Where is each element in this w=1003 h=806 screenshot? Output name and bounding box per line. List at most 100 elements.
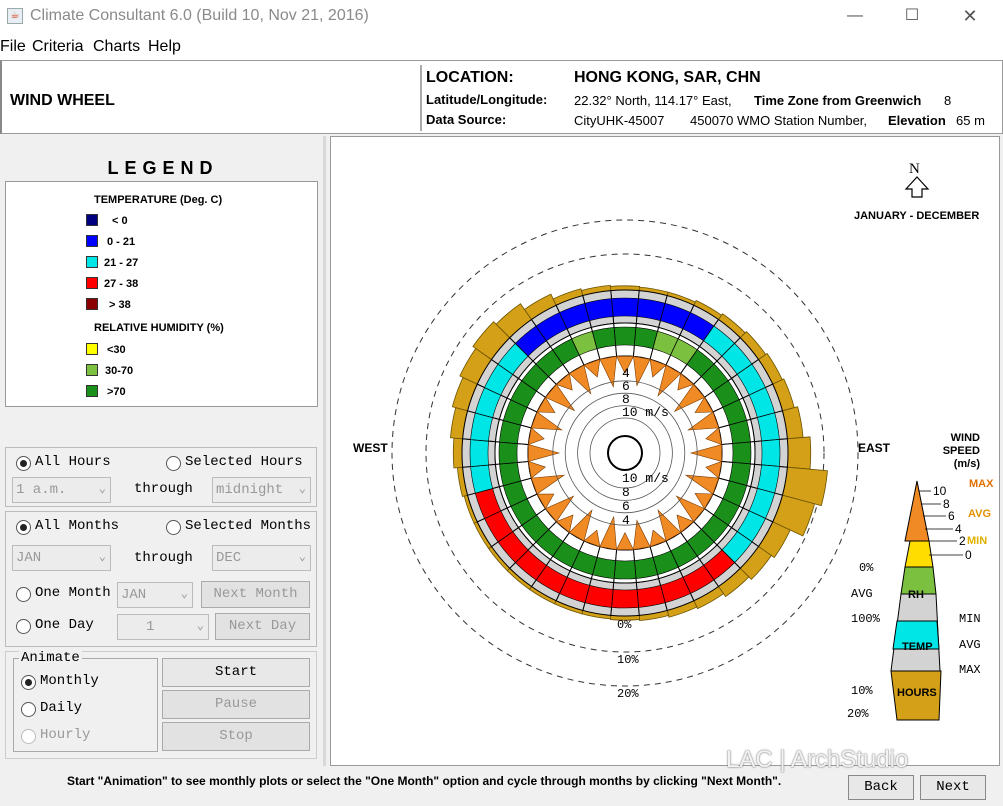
rh-cell — [732, 441, 752, 465]
latlon-label: Latitude/Longitude: — [426, 92, 548, 107]
hours-from-value: 1 a.m. — [16, 482, 67, 498]
key-title: WIND — [951, 432, 980, 444]
rh-swatch-above70 — [86, 385, 98, 397]
chevron-down-icon: ⌄ — [298, 482, 306, 496]
hourly-radio[interactable] — [21, 729, 36, 744]
key-rh-scale-label: 0% — [859, 561, 874, 575]
menu-charts[interactable]: Charts — [93, 38, 140, 56]
menu-help[interactable]: Help — [148, 38, 181, 56]
hours-ring-label: 10% — [617, 653, 639, 667]
minimize-icon[interactable]: — — [840, 4, 870, 28]
legend-title: LEGEND — [107, 158, 219, 178]
key-title: SPEED — [943, 445, 980, 457]
wind-wheel-chart: 46810 m/s10 m/s8640%10%20%WEST EASTNJANUA… — [353, 161, 994, 721]
pause-button[interactable]: Pause — [162, 690, 310, 719]
rh-cell — [613, 326, 637, 346]
humidity-legend-title: RELATIVE HUMIDITY (%) — [94, 322, 224, 334]
source-value: CityUHK-45007 — [574, 113, 665, 128]
key-hours-scale-label: 20% — [847, 707, 869, 721]
selected-months-radio[interactable] — [166, 520, 181, 535]
months-to-value: DEC — [216, 550, 242, 566]
temp-label-above38: > 38 — [109, 299, 131, 311]
hours-to-value: midnight — [216, 482, 284, 498]
rh-label-above70: >70 — [107, 386, 126, 398]
key-rh-scale-label: AVG — [851, 587, 873, 601]
left-panel: LEGEND TEMPERATURE (Deg. C) < 0 0 - 21 2… — [0, 136, 326, 766]
close-icon[interactable]: ✕ — [955, 4, 985, 28]
calm-center — [607, 435, 643, 471]
rh-label-30-70: 30-70 — [105, 365, 134, 377]
chevron-down-icon: ⌄ — [196, 619, 204, 633]
period-label: JANUARY - DECEMBER — [854, 210, 979, 222]
key-rh-scale-label: 100% — [851, 612, 881, 626]
east-label: EAST — [858, 441, 891, 455]
chevron-down-icon: ⌄ — [98, 550, 106, 564]
one-month-select[interactable]: JAN ⌄ — [117, 582, 193, 608]
header-divider — [420, 65, 422, 131]
chevron-down-icon: ⌄ — [180, 587, 188, 601]
hours-bar — [452, 437, 464, 469]
one-month-radio[interactable] — [16, 587, 31, 602]
menu-file[interactable]: File — [0, 38, 26, 56]
one-month-value: JAN — [121, 587, 147, 603]
key-hours-label: HOURS — [897, 687, 937, 699]
key-hours-scale-label: 10% — [851, 684, 873, 698]
temp-swatch-21-27 — [86, 256, 98, 268]
legend-box: TEMPERATURE (Deg. C) < 0 0 - 21 21 - 27 … — [5, 181, 318, 407]
key-rh-label: RH — [908, 589, 924, 601]
temperature-legend-title: TEMPERATURE (Deg. C) — [94, 194, 223, 206]
one-day-value: 1 — [146, 619, 155, 635]
months-through-label: through — [134, 550, 193, 566]
latlon-value: 22.32° North, 114.17° East, — [574, 93, 732, 108]
one-day-select[interactable]: 1 ⌄ — [117, 614, 209, 640]
selected-months-label: Selected Months — [185, 518, 312, 534]
hours-to-select[interactable]: midnight ⌄ — [212, 477, 311, 503]
key-speed-value: 0 — [965, 548, 972, 562]
rh-cell — [613, 560, 637, 580]
temp-cell — [761, 439, 781, 467]
next-day-button[interactable]: Next Day — [215, 613, 310, 640]
months-to-select[interactable]: DEC ⌄ — [212, 545, 311, 571]
monthly-radio[interactable] — [21, 675, 36, 690]
timezone-label: Time Zone from Greenwich — [754, 93, 922, 108]
stop-button[interactable]: Stop — [162, 722, 310, 751]
temp-label-0-21: 0 - 21 — [107, 236, 136, 248]
key-speed-min — [904, 540, 934, 568]
menu-criteria[interactable]: Criteria — [32, 38, 84, 56]
back-button[interactable]: Back — [848, 775, 914, 800]
all-hours-radio[interactable] — [16, 456, 31, 471]
maximize-icon[interactable]: ☐ — [897, 4, 927, 28]
watermark: LAC | ArchStudio — [726, 746, 909, 773]
temp-label-below0: < 0 — [112, 215, 128, 227]
key-speed-value: 10 — [933, 484, 947, 498]
key-temp-scale-label: MAX — [959, 663, 981, 677]
key-temp-scale-label: MIN — [959, 612, 981, 626]
selected-hours-radio[interactable] — [166, 456, 181, 471]
hours-ring-label: 20% — [617, 687, 639, 701]
hours-through-label: through — [134, 481, 193, 497]
speed-label-lower: 10 m/s — [622, 471, 669, 486]
hours-from-select[interactable]: 1 a.m. ⌄ — [12, 477, 111, 503]
key-temp-label: TEMP — [902, 641, 933, 653]
temp-swatch-below0 — [86, 214, 98, 226]
next-month-button[interactable]: Next Month — [201, 581, 310, 608]
temp-label-21-27: 21 - 27 — [104, 257, 139, 269]
all-months-radio[interactable] — [16, 520, 31, 535]
daily-radio[interactable] — [21, 702, 36, 717]
chevron-down-icon: ⌄ — [298, 550, 306, 564]
months-from-select[interactable]: JAN ⌄ — [12, 545, 111, 571]
next-button[interactable]: Next — [920, 775, 986, 800]
elevation-label: Elevation — [888, 113, 946, 128]
speed-label-lower: 6 — [622, 499, 630, 514]
one-day-radio[interactable] — [16, 619, 31, 634]
start-button[interactable]: Start — [162, 658, 310, 687]
hourly-label: Hourly — [40, 727, 91, 743]
west-label: WEST — [353, 441, 388, 455]
key-speed-max — [904, 480, 930, 542]
one-day-label: One Day — [35, 617, 94, 633]
hours-selector: All Hours Selected Hours 1 a.m. ⌄ through… — [5, 447, 317, 507]
monthly-label: Monthly — [40, 673, 99, 689]
key-title: (m/s) — [954, 458, 981, 470]
speed-label-lower: 8 — [622, 485, 630, 500]
animate-group: Animate Monthly Daily Hourly — [13, 650, 158, 752]
